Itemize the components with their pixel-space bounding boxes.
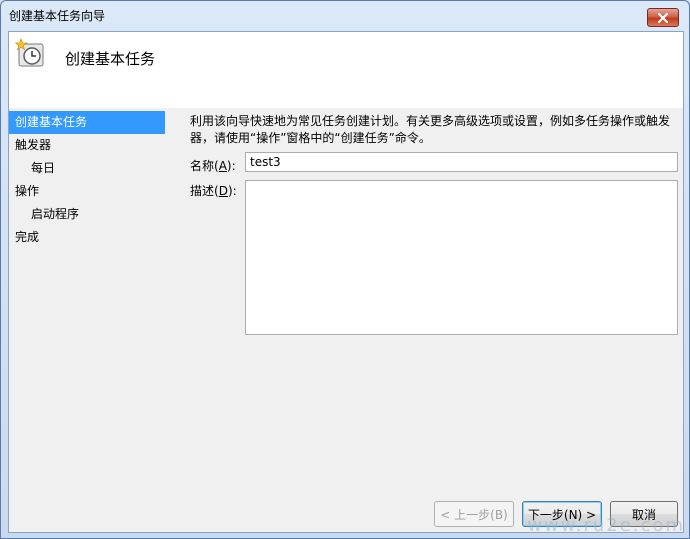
description-field-row: 描述(D):	[190, 180, 678, 340]
sidebar-item-action[interactable]: 操作	[9, 180, 169, 203]
sidebar-item-daily[interactable]: 每日	[9, 157, 169, 180]
task-clock-icon	[15, 38, 44, 67]
instructions-text: 利用该向导快速地为常见任务创建计划。有关更多高级选项或设置，例如多任务操作或触发…	[190, 114, 671, 145]
wizard-steps-sidebar: 创建基本任务 触发器 每日 操作 启动程序 完成	[9, 111, 169, 249]
sidebar-item-trigger[interactable]: 触发器	[9, 134, 169, 157]
page-title: 创建基本任务	[65, 50, 156, 68]
close-icon	[658, 12, 668, 23]
wizard-window: 创建基本任务向导 创建基本任务 创建基本任务 触发器 每日 操作 启动程序 完成…	[0, 0, 690, 539]
wizard-body: 创建基本任务 触发器 每日 操作 启动程序 完成 利用该向导快速地为常见任务创建…	[9, 108, 683, 532]
wizard-header: 创建基本任务	[9, 32, 683, 102]
description-label: 描述(D):	[190, 184, 237, 198]
sidebar-item-finish[interactable]: 完成	[9, 226, 169, 249]
close-button[interactable]	[647, 8, 679, 27]
sidebar-item-start-program[interactable]: 启动程序	[9, 203, 169, 226]
name-label: 名称(A):	[190, 159, 236, 173]
watermark: www.ru2e.com	[527, 515, 685, 536]
description-textarea[interactable]	[245, 180, 678, 335]
back-button[interactable]: < 上一步(B)	[434, 501, 514, 527]
window-title: 创建基本任务向导	[9, 9, 106, 23]
name-field-row: 名称(A):	[190, 152, 678, 176]
wizard-content: 利用该向导快速地为常见任务创建计划。有关更多高级选项或设置，例如多任务操作或触发…	[190, 113, 678, 340]
wizard-client-area: 创建基本任务 创建基本任务 触发器 每日 操作 启动程序 完成 利用该向导快速地…	[8, 31, 684, 533]
sidebar-item-create-basic-task[interactable]: 创建基本任务	[9, 111, 165, 134]
title-bar[interactable]: 创建基本任务向导	[1, 1, 689, 31]
name-input[interactable]	[245, 152, 678, 172]
